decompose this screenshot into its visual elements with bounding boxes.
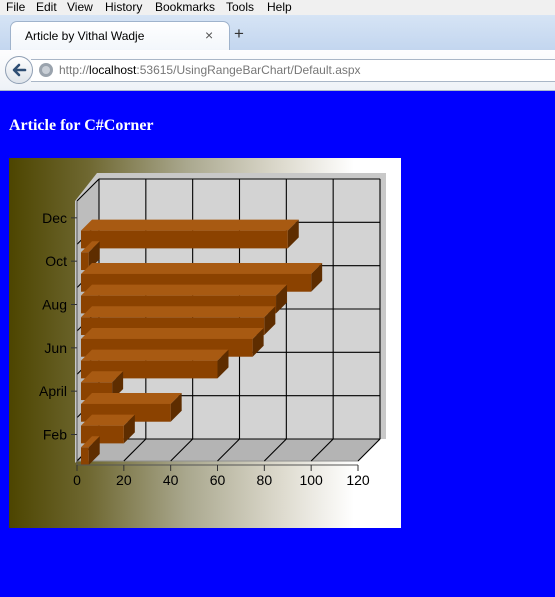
bar-top xyxy=(81,327,264,339)
new-tab-icon[interactable]: + xyxy=(234,24,244,44)
y-tick-label: Feb xyxy=(43,427,67,443)
bar-top xyxy=(81,219,299,231)
bar-front xyxy=(81,425,124,444)
tab-title: Article by Vithal Wadje xyxy=(25,29,145,43)
back-button[interactable] xyxy=(5,56,33,84)
page-heading: Article for C#Corner xyxy=(9,117,154,134)
menu-history[interactable]: History xyxy=(105,0,142,14)
menu-tools[interactable]: Tools xyxy=(226,0,254,14)
menu-edit[interactable]: Edit xyxy=(36,0,57,14)
url-host: localhost xyxy=(89,63,137,77)
address-text: http://localhost:53615/UsingRangeBarChar… xyxy=(59,63,361,77)
x-tick-label: 100 xyxy=(299,472,323,488)
chart-svg: 0 20 40 60 80 100 120 Feb April Jun Aug Oct Dec xyxy=(39,173,386,488)
bar-front xyxy=(81,447,89,466)
close-tab-icon[interactable]: × xyxy=(205,27,213,43)
bar-top xyxy=(81,262,323,274)
bar-top xyxy=(81,284,288,296)
x-tick-label: 0 xyxy=(73,472,81,488)
y-tick-label: Aug xyxy=(42,297,67,313)
x-tick-label: 20 xyxy=(116,472,132,488)
y-tick-label: April xyxy=(39,383,67,399)
navigation-bar: http://localhost:53615/UsingRangeBarChar… xyxy=(0,50,555,91)
address-bar[interactable]: http://localhost:53615/UsingRangeBarChar… xyxy=(31,59,555,82)
x-tick-label: 120 xyxy=(346,472,370,488)
x-tick-label: 40 xyxy=(163,472,179,488)
menu-file[interactable]: File xyxy=(6,0,25,14)
y-tick-label: Oct xyxy=(45,253,67,269)
range-bar-chart: 0 20 40 60 80 100 120 Feb April Jun Aug Oct Dec xyxy=(9,158,401,528)
tab-strip: Article by Vithal Wadje × + xyxy=(0,15,555,51)
menu-bookmarks[interactable]: Bookmarks xyxy=(155,0,215,14)
globe-icon xyxy=(39,63,53,77)
bar-top xyxy=(81,349,229,361)
bar-front xyxy=(81,230,288,249)
bar-top xyxy=(81,306,276,318)
url-scheme: http:// xyxy=(59,63,90,77)
y-tick-label: Dec xyxy=(42,210,67,226)
x-tick-label: 80 xyxy=(257,472,273,488)
bar-front xyxy=(81,252,89,271)
bar-top xyxy=(81,392,182,404)
menu-help[interactable]: Help xyxy=(267,0,292,14)
menu-view[interactable]: View xyxy=(67,0,93,14)
back-arrow-icon xyxy=(12,63,27,77)
url-path: :53615/UsingRangeBarChart/Default.aspx xyxy=(136,63,361,77)
y-tick-label: Jun xyxy=(44,340,67,356)
menu-bar: File Edit View History Bookmarks Tools H… xyxy=(0,0,555,15)
x-tick-label: 60 xyxy=(210,472,226,488)
tab-article[interactable]: Article by Vithal Wadje × xyxy=(10,21,230,51)
